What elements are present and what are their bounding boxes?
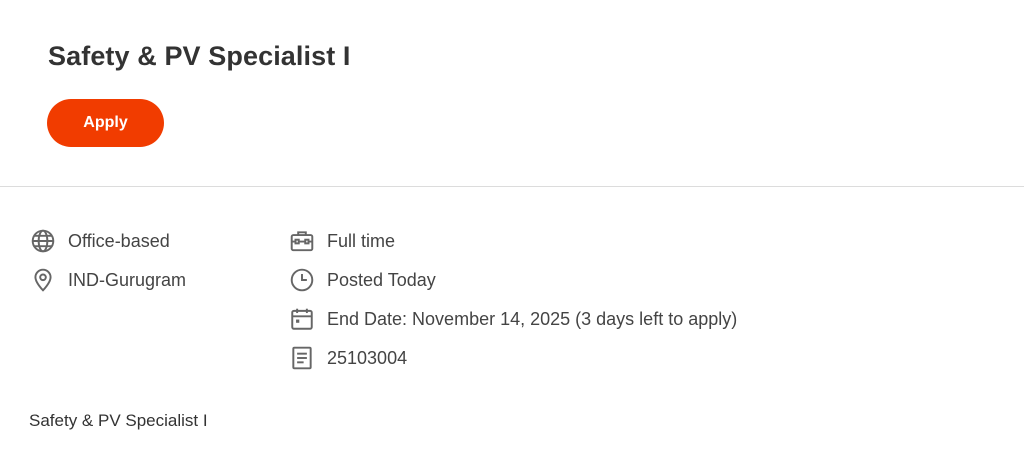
clock-icon	[289, 267, 315, 293]
location-row: IND-Gurugram	[30, 268, 186, 292]
globe-icon	[30, 228, 56, 254]
job-header: Safety & PV Specialist I Apply	[0, 0, 1024, 187]
end-date-label: End Date: November 14, 2025 (3 days left…	[327, 308, 738, 329]
posted-row: Posted Today	[289, 268, 436, 292]
job-title: Safety & PV Specialist I	[48, 41, 351, 71]
apply-button[interactable]: Apply	[47, 99, 164, 147]
employment-type-row: Full time	[289, 229, 395, 253]
header-divider	[0, 186, 1024, 187]
location-label: IND-Gurugram	[68, 269, 187, 290]
posted-label: Posted Today	[327, 269, 436, 290]
location-pin-icon	[30, 267, 56, 293]
work-type-row: Office-based	[30, 229, 170, 253]
job-posting-page: Safety & PV Specialist I Apply Office-ba…	[0, 0, 1024, 449]
employment-type-label: Full time	[327, 230, 396, 251]
work-type-label: Office-based	[68, 230, 170, 251]
end-date-row: End Date: November 14, 2025 (3 days left…	[289, 307, 737, 331]
document-icon	[289, 345, 315, 371]
calendar-icon	[289, 306, 315, 332]
requisition-id-label: 25103004	[327, 347, 408, 368]
job-description: Safety & PV Specialist I	[29, 411, 208, 430]
briefcase-icon	[289, 228, 315, 254]
requisition-row: 25103004	[289, 346, 407, 370]
